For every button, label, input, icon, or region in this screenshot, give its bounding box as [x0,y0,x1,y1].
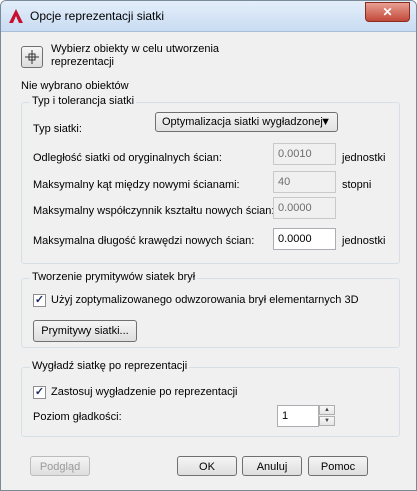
mesh-distance-field[interactable]: 0.0010 [273,143,336,165]
edge-length-label: Maksymalna długość krawędzi nowych ścian… [33,235,255,247]
max-angle-unit: stopni [342,179,372,191]
edge-length-unit: jednostki [342,235,386,247]
preview-button[interactable]: Podgląd [30,456,90,476]
optimized-primitives-checkbox[interactable]: ✓ [33,294,46,307]
smoothness-level-label: Poziom gładkości: [33,411,122,423]
mesh-primitives-button[interactable]: Prymitywy siatki... [33,320,137,342]
select-objects-label: Wybierz obiekty w celu utworzenia reprez… [51,43,220,68]
aspect-ratio-label: Maksymalny współczynnik kształtu nowych … [33,205,275,217]
select-objects-button[interactable] [21,46,43,68]
close-button[interactable]: ✕ [365,2,410,22]
smoothness-level-field[interactable]: 1 [277,405,319,427]
smoothing-group: Wygładź siatkę po reprezentacji [21,360,400,437]
spin-up-icon[interactable]: ▲ [319,405,335,415]
title-bar: Opcje reprezentacji siatki ✕ [1,1,416,32]
mesh-type-group-title: Typ i tolerancja siatki [30,95,137,107]
apply-smoothing-checkbox[interactable]: ✓ [33,386,46,399]
max-angle-label: Maksymalny kąt między nowymi ścianami: [33,179,240,191]
crosshair-icon [25,50,39,64]
mesh-type-select[interactable]: Optymalizacja siatki wygładzonej ▼ [155,112,338,132]
spin-down-icon[interactable]: ▼ [319,416,335,426]
mesh-distance-label: Odległość siatki od oryginalnych ścian: [33,152,222,164]
mesh-distance-unit: jednostki [342,152,386,164]
chevron-down-icon: ▼ [320,116,331,128]
window-title: Opcje reprezentacji siatki [30,9,165,23]
mesh-type-label: Typ siatki: [33,123,82,135]
dialog-window: Opcje reprezentacji siatki ✕ Wybierz obi… [0,0,417,491]
edge-length-field[interactable]: 0.0000 [273,228,336,250]
mesh-type-value: Optymalizacja siatki wygładzonej [162,116,323,128]
selection-status: Nie wybrano obiektów [21,80,129,92]
autocad-logo-icon [9,9,23,23]
optimized-primitives-label: Użyj zoptymalizowanego odwzorowania brył… [51,294,359,306]
ok-button[interactable]: OK [177,456,237,476]
primitives-group-title: Tworzenie prymitywów siatek brył [30,271,198,283]
apply-smoothing-label: Zastosuj wygładzenie po reprezentacji [51,386,238,398]
smoothing-group-title: Wygładź siatkę po reprezentacji [30,360,190,372]
help-button[interactable]: Pomoc [308,456,368,476]
cancel-button[interactable]: Anuluj [242,456,302,476]
max-angle-field[interactable]: 40 [273,171,336,193]
aspect-ratio-field[interactable]: 0.0000 [273,197,336,219]
